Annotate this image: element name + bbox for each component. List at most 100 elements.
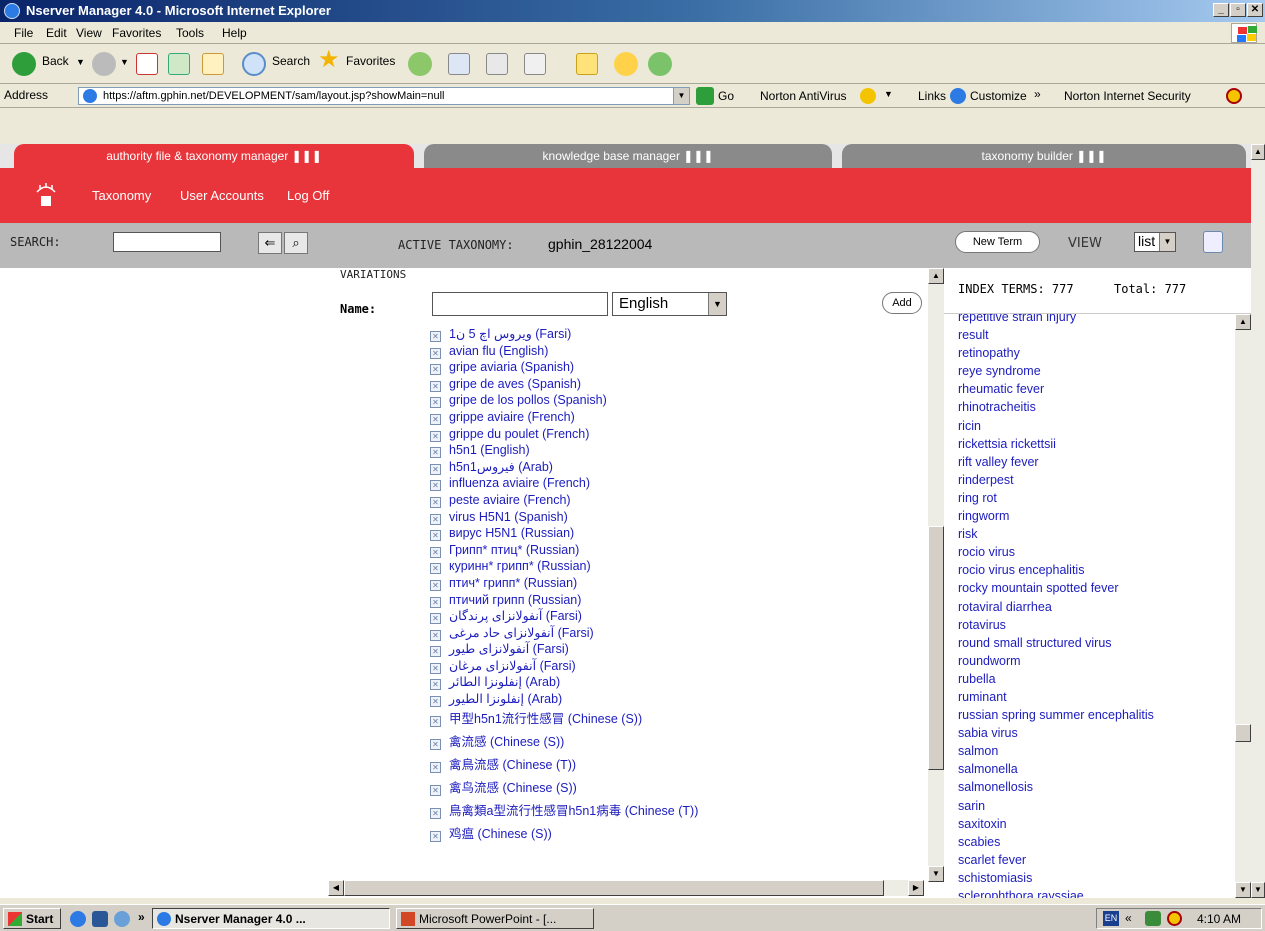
remove-icon[interactable]: ✕ [430, 530, 441, 542]
remove-icon[interactable]: ✕ [430, 629, 441, 641]
language-select[interactable]: English ▼ [612, 292, 727, 316]
scroll-down-icon[interactable]: ▼ [1235, 882, 1251, 898]
remove-icon[interactable]: ✕ [430, 784, 441, 796]
remove-icon[interactable]: ✕ [430, 397, 441, 409]
list-item[interactable]: scarlet fever [958, 851, 1154, 869]
quicklaunch-more-chevron[interactable]: » [138, 910, 145, 924]
url-field[interactable]: https://aftm.gphin.net/DEVELOPMENT/sam/l… [78, 87, 690, 105]
folder-icon[interactable] [576, 53, 598, 75]
remove-icon[interactable]: ✕ [430, 430, 441, 442]
list-item[interactable]: rickettsia rickettsii [958, 435, 1154, 453]
list-item[interactable]: rhinotracheitis [958, 398, 1154, 416]
remove-icon[interactable]: ✕ [430, 563, 441, 575]
list-item[interactable]: rubella [958, 670, 1154, 688]
nav-taxonomy[interactable]: Taxonomy [92, 188, 151, 203]
minimize-button[interactable]: _ [1213, 3, 1229, 17]
enter-arrow-icon[interactable]: ⇐ [258, 232, 282, 254]
variations-scrollbar[interactable]: ▲ ▼ [928, 268, 944, 882]
norton-tray-icon[interactable] [1167, 911, 1182, 926]
go-arrow-icon[interactable] [696, 87, 714, 105]
menu-edit[interactable]: Edit [46, 26, 67, 40]
remove-icon[interactable]: ✕ [430, 579, 441, 591]
list-item[interactable]: rocio virus encephalitis [958, 561, 1154, 579]
list-item[interactable]: ring rot [958, 489, 1154, 507]
remove-icon[interactable]: ✕ [430, 613, 441, 625]
list-item[interactable]: rheumatic fever [958, 380, 1154, 398]
list-item[interactable]: russian spring summer encephalitis [958, 706, 1154, 724]
remove-icon[interactable]: ✕ [430, 662, 441, 674]
refresh-list-icon[interactable] [1203, 231, 1223, 253]
edit-icon[interactable] [524, 53, 546, 75]
scroll-up-icon[interactable]: ▲ [1235, 314, 1251, 330]
task-powerpoint[interactable]: Microsoft PowerPoint - [... [396, 908, 594, 929]
list-item[interactable]: risk [958, 525, 1154, 543]
remove-icon[interactable]: ✕ [430, 807, 441, 819]
remove-icon[interactable]: ✕ [430, 447, 441, 459]
remove-icon[interactable]: ✕ [430, 696, 441, 708]
forward-arrow-icon[interactable] [92, 52, 116, 76]
home-icon[interactable] [202, 53, 224, 75]
list-item[interactable]: ricin [958, 417, 1154, 435]
hscroll-thumb[interactable] [344, 880, 884, 896]
view-dropdown-icon[interactable]: ▼ [1159, 233, 1175, 251]
list-item[interactable]: roundworm [958, 652, 1154, 670]
maximize-button[interactable]: ▫ [1230, 3, 1246, 17]
scroll-left-icon[interactable]: ◀ [328, 880, 344, 896]
norton-antivirus-button[interactable]: Norton AntiVirus [760, 89, 847, 103]
remove-icon[interactable]: ✕ [430, 496, 441, 508]
list-item[interactable]: sarin [958, 797, 1154, 815]
menu-file[interactable]: File [14, 26, 33, 40]
scroll-thumb[interactable] [928, 526, 944, 770]
print-icon[interactable] [486, 53, 508, 75]
word-quicklaunch-icon[interactable] [92, 911, 108, 927]
scroll-right-icon[interactable]: ▶ [908, 880, 924, 896]
list-item[interactable]: rift valley fever [958, 453, 1154, 471]
index-terms-scrollbar[interactable]: ▲ ▼ [1235, 314, 1251, 898]
links-label[interactable]: Links [918, 89, 946, 103]
url-dropdown-icon[interactable]: ▼ [673, 88, 689, 104]
remove-icon[interactable]: ✕ [430, 546, 441, 558]
variation-name-input[interactable] [432, 292, 608, 316]
back-dropdown-icon[interactable]: ▼ [76, 57, 85, 67]
outlook-quicklaunch-icon[interactable] [114, 911, 130, 927]
remove-icon[interactable]: ✕ [430, 331, 441, 342]
list-item[interactable]: reye syndrome [958, 362, 1154, 380]
tab-taxonomy-builder[interactable]: taxonomy builder ❚❚❚ [842, 144, 1246, 168]
favorites-button[interactable]: Favorites [346, 54, 395, 68]
remove-icon[interactable]: ✕ [430, 738, 441, 750]
list-item[interactable]: result [958, 326, 1154, 344]
search-icon[interactable] [242, 52, 266, 76]
remove-icon[interactable]: ✕ [430, 347, 441, 359]
norton-globe-icon[interactable] [1226, 88, 1242, 104]
go-button[interactable]: Go [718, 89, 734, 103]
list-item[interactable]: sclerophthora rayssiae [958, 887, 1154, 898]
remove-icon[interactable]: ✕ [430, 463, 441, 475]
close-button[interactable]: ✕ [1247, 3, 1263, 17]
menu-tools[interactable]: Tools [176, 26, 204, 40]
more-links-chevron[interactable]: » [1034, 87, 1041, 101]
tab-authority-file[interactable]: authority file & taxonomy manager ❚❚❚ [14, 144, 414, 168]
list-item[interactable]: saxitoxin [958, 815, 1154, 833]
back-arrow-icon[interactable] [12, 52, 36, 76]
norton-security-button[interactable]: Norton Internet Security [1064, 89, 1191, 103]
list-item[interactable]: retinopathy [958, 344, 1154, 362]
remove-icon[interactable]: ✕ [430, 364, 441, 376]
new-term-button[interactable]: New Term [955, 231, 1040, 253]
refresh-icon[interactable] [168, 53, 190, 75]
remove-icon[interactable]: ✕ [430, 679, 441, 691]
remove-icon[interactable]: ✕ [430, 830, 441, 842]
scroll-down-icon[interactable]: ▼ [1251, 882, 1265, 898]
history-icon[interactable] [408, 52, 432, 76]
list-item[interactable]: salmonella [958, 760, 1154, 778]
language-dropdown-icon[interactable]: ▼ [708, 293, 726, 315]
menu-help[interactable]: Help [222, 26, 247, 40]
list-item[interactable]: rotaviral diarrhea [958, 598, 1154, 616]
list-item[interactable]: round small structured virus [958, 634, 1154, 652]
forward-dropdown-icon[interactable]: ▼ [120, 57, 129, 67]
nav-log-off[interactable]: Log Off [287, 188, 329, 203]
menu-view[interactable]: View [76, 26, 102, 40]
favorites-star-icon[interactable]: ★ [318, 45, 340, 74]
start-button[interactable]: Start [3, 908, 61, 929]
tray-expand-chevron[interactable]: « [1125, 911, 1132, 925]
mail-icon[interactable] [448, 53, 470, 75]
